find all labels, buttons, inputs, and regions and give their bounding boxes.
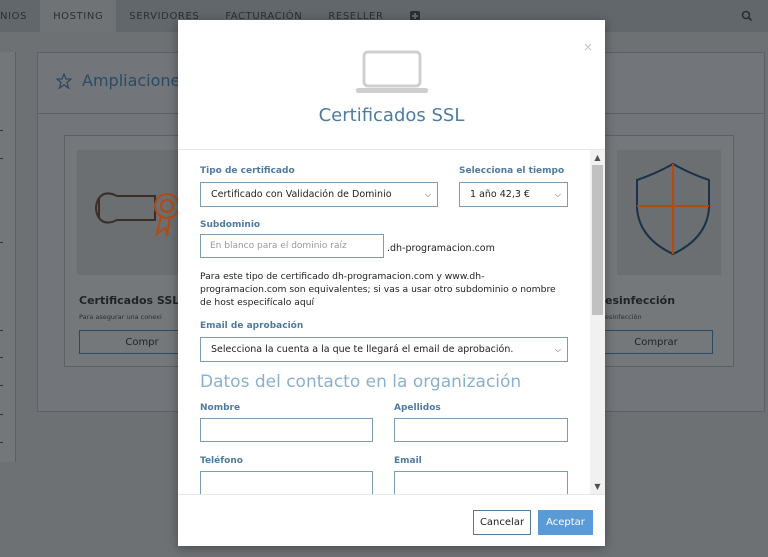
modal-title: Certificados SSL [318, 105, 465, 126]
card-ssl-subtitle: Para asegurar una conexi [79, 313, 162, 321]
cert-type-value: Certificado con Validación de Dominio [211, 189, 392, 200]
subdomain-label: Subdominio [200, 220, 261, 230]
modal-scrollbar[interactable]: ▲ ▼ [590, 150, 605, 494]
chevron-down-icon: ⌵ [554, 345, 561, 354]
left-panel-bullet [0, 385, 3, 386]
cert-type-label: Tipo de certificado [200, 166, 295, 176]
chevron-down-icon: ⌵ [424, 190, 431, 199]
info-text: Para este tipo de certificado dh-program… [200, 271, 556, 308]
contact-section-title: Datos del contacto en la organización [200, 372, 522, 392]
cancel-button[interactable]: Cancelar [473, 510, 531, 535]
laptop-icon [356, 50, 428, 93]
card-desinfeccion-image [617, 150, 721, 275]
apellidos-label: Apellidos [394, 403, 441, 413]
accept-button[interactable]: Aceptar [538, 510, 593, 535]
email-label: Email [394, 456, 422, 466]
card-desinfeccion-title: esinfección [605, 294, 676, 307]
time-label: Selecciona el tiempo [459, 166, 565, 176]
card-ssl-image [77, 150, 191, 275]
ssl-modal: × Certificados SSL Tipo de certificado C… [178, 20, 605, 546]
time-select[interactable]: 1 año 42,3 € ⌵ [459, 182, 568, 207]
card-desinfeccion: esinfección esinfección Comprar [599, 135, 734, 367]
panel-title-text: Ampliaciones [82, 71, 189, 90]
apellidos-input[interactable] [394, 418, 568, 442]
nav-item-dominios[interactable]: NIOS [0, 0, 40, 32]
certificate-icon [95, 192, 180, 237]
left-panel-bullet [0, 242, 3, 243]
modal-body: Tipo de certificado Certificado con Vali… [178, 150, 605, 494]
approval-email-value: Selecciona la cuenta a la que te llegará… [211, 344, 514, 355]
card-desinfeccion-buy-button[interactable]: Comprar [599, 330, 713, 354]
left-panel-bullet [0, 357, 3, 358]
left-panel-bullet [0, 130, 3, 131]
nombre-input[interactable] [200, 418, 373, 442]
time-value: 1 año 42,3 € [470, 189, 530, 200]
cert-type-select[interactable]: Certificado con Validación de Dominio ⌵ [200, 182, 438, 207]
nombre-label: Nombre [200, 403, 241, 413]
email-input[interactable] [394, 471, 568, 494]
star-outline-icon [56, 72, 72, 89]
left-panel-bullet [0, 158, 3, 159]
nav-item-hosting[interactable]: HOSTING [40, 0, 117, 32]
telefono-label: Teléfono [200, 456, 243, 466]
card-desinfeccion-subtitle: esinfección [605, 313, 642, 321]
subdomain-suffix: .dh-programacion.com [387, 243, 495, 254]
modal-footer-divider [178, 494, 605, 495]
left-panel-bullet [0, 330, 3, 331]
telefono-input[interactable] [200, 471, 373, 494]
scroll-up-icon[interactable]: ▲ [590, 150, 605, 165]
search-icon[interactable] [740, 9, 754, 23]
left-side-panel [0, 52, 16, 462]
scroll-down-icon[interactable]: ▼ [590, 479, 605, 494]
shield-icon [636, 162, 710, 256]
panel-title: Ampliaciones [56, 71, 189, 90]
approval-email-label: Email de aprobación [200, 321, 304, 331]
subdomain-input[interactable]: En blanco para el dominio raíz [200, 234, 384, 258]
approval-email-select[interactable]: Selecciona la cuenta a la que te llegará… [200, 337, 568, 362]
scroll-thumb[interactable] [592, 165, 603, 315]
left-panel-bullet [0, 442, 3, 443]
close-icon[interactable]: × [583, 40, 593, 54]
left-panel-bullet [0, 414, 3, 415]
card-ssl-title: Certificados SSL [79, 294, 180, 307]
chevron-down-icon: ⌵ [554, 190, 561, 199]
